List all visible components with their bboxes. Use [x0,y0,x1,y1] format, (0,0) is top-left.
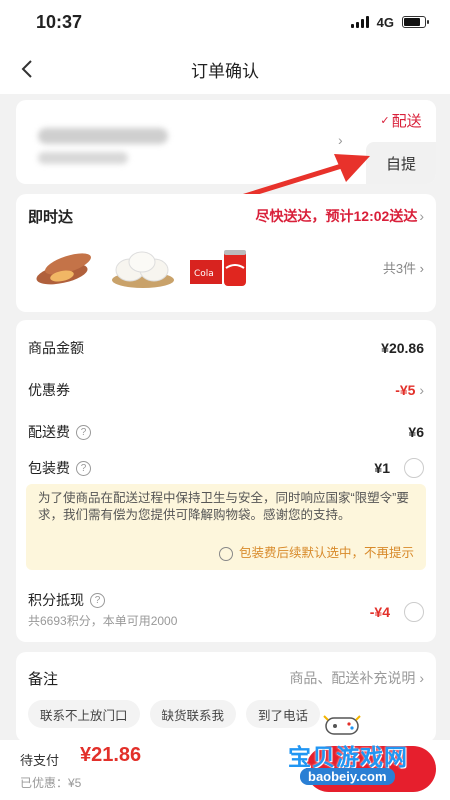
submit-order-button[interactable] [306,746,436,792]
delivery-tab-label: 配送 [391,112,422,130]
battery-icon [402,16,429,28]
cola-pack-image: Cola [190,250,246,286]
remark-chip[interactable]: 到了电话 [246,700,321,728]
address-blurred [38,128,168,144]
product-thumbnails[interactable]: Cola [32,240,254,290]
delivery-tab[interactable]: ✓ 配送 [366,100,436,140]
packing-notice: 为了使商品在配送过程中保持卫生与安全，同时响应国家“限塑令”要求，我们需有偿为您… [26,484,426,570]
notice-option-text: 包装费后续默认选中，不再提示 [238,546,414,560]
packing-row: 包装费? ¥1 [28,456,424,480]
packing-value: ¥1 [374,460,390,476]
goods-amount-value: ¥20.86 [381,340,424,356]
chevron-right-icon: › [419,208,424,224]
delivery-card: 即时达 尽快送达，预计12:02送达 › Cola 共3件 › [16,194,436,312]
remark-chip[interactable]: 联系不上放门口 [28,700,140,728]
pay-label: 待支付 [20,753,60,768]
check-icon: ✓ [380,114,390,127]
signal-icon [350,16,369,28]
nav-bar: 订单确认 [0,44,450,94]
delivery-time-text: 尽快送达，预计12:02送达 [255,208,418,224]
shipping-row: 配送费? ¥6 [28,420,424,444]
sweet-potato-image [36,253,91,285]
remark-input[interactable]: 商品、配送补充说明 › [289,668,424,688]
notice-radio[interactable] [218,546,233,561]
network-label: 4G [376,14,394,30]
points-label: 积分抵现 [28,592,84,608]
pay-amount: ¥21.86 [80,744,142,766]
fees-card: 商品金额 ¥20.86 优惠券 -¥5 › 配送费? ¥6 包装费? ¥1 为了… [16,320,436,642]
question-icon[interactable]: ? [90,592,105,608]
discount-text: 已优惠：¥5 [20,776,82,790]
packing-radio[interactable] [404,458,424,478]
item-count[interactable]: 共3件 › [383,258,424,277]
coupon-value: -¥5 [395,382,416,398]
status-indicators: 4G [350,14,429,30]
shipping-value: ¥6 [408,424,424,440]
shipping-label: 配送费 [28,424,70,440]
notice-text: 为了使商品在配送过程中保持卫生与安全，同时响应国家“限塑令”要求，我们需有偿为您… [38,491,409,522]
back-button[interactable] [14,56,40,82]
chevron-right-icon: › [338,132,343,148]
chevron-right-icon: › [419,382,424,398]
delivery-type-label: 即时达 [28,209,74,226]
points-row: 积分抵现? -¥4 [28,588,424,622]
item-count-text: 共3件 [382,261,417,276]
question-icon[interactable]: ? [76,424,91,440]
status-time: 10:37 [36,11,83,32]
pickup-tab[interactable]: 自提 [366,142,436,184]
points-value: -¥4 [369,604,390,620]
remark-chip[interactable]: 缺货联系我 [149,700,237,728]
address-card[interactable]: › ✓ 配送 自提 [16,100,436,184]
bottom-bar: 待支付 ¥21.86 已优惠：¥5 [0,740,450,800]
question-icon[interactable]: ? [76,460,91,476]
address-blurred-line [38,152,128,164]
points-radio[interactable] [404,602,424,622]
coupon-row[interactable]: 优惠券 -¥5 › [28,378,424,402]
notice-option[interactable]: 包装费后续默认选中，不再提示 [218,545,414,562]
goods-amount-row: 商品金额 ¥20.86 [28,336,424,360]
packing-label: 包装费 [28,460,70,476]
page-title: 订单确认 [191,61,259,81]
delivery-time[interactable]: 尽快送达，预计12:02送达 › [256,206,424,226]
goods-amount-label: 商品金额 [28,340,84,356]
pickup-tab-label: 自提 [385,155,416,173]
remark-card: 备注 商品、配送补充说明 › 联系不上放门口 缺货联系我 到了电话 [16,652,436,742]
remark-hint: 商品、配送补充说明 [289,670,416,686]
points-subtext: 共6693积分，本单可用2000 [28,614,178,628]
status-bar: 10:37 4G [0,0,450,44]
svg-text:Cola: Cola [194,269,214,279]
remark-chips: 联系不上放门口 缺货联系我 到了电话 [28,700,321,728]
steamed-buns-image [112,251,174,288]
remark-label: 备注 [28,671,59,688]
chevron-left-icon [21,60,32,78]
coupon-label: 优惠券 [28,382,70,398]
